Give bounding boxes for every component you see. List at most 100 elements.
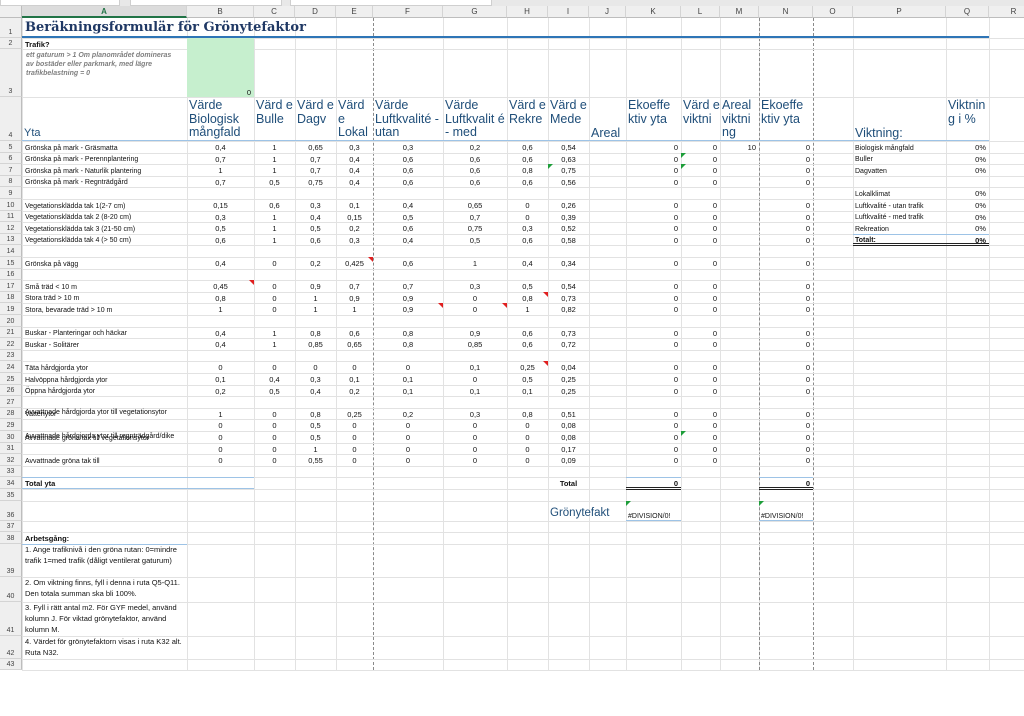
- row-7-l[interactable]: 0: [681, 164, 720, 176]
- row-7-b[interactable]: 1: [187, 164, 254, 176]
- row-5-i[interactable]: 0,54: [548, 141, 589, 153]
- row-32-c[interactable]: 0: [254, 454, 295, 466]
- row-30-h[interactable]: 0: [507, 431, 548, 443]
- row-17-f[interactable]: 0,7: [373, 280, 443, 292]
- row-19-n[interactable]: 0: [759, 303, 813, 315]
- row-7-g[interactable]: 0,6: [443, 164, 507, 176]
- row-header-24[interactable]: 24: [0, 361, 22, 373]
- header-j[interactable]: Areal: [589, 97, 626, 141]
- row-header-38[interactable]: 38: [0, 532, 22, 544]
- row-18-h[interactable]: 0,8: [507, 292, 548, 304]
- row-15-l[interactable]: 0: [681, 257, 720, 269]
- row-22-i[interactable]: 0,72: [548, 338, 589, 350]
- row-32-yta[interactable]: Avvattnade gröna tak till: [22, 454, 187, 466]
- column-header-g[interactable]: G: [443, 6, 507, 18]
- row-8-b[interactable]: 0,7: [187, 176, 254, 188]
- row-26-b[interactable]: 0,2: [187, 385, 254, 397]
- row-header-43[interactable]: 43: [0, 658, 22, 671]
- error-indicator-green-5[interactable]: [626, 500, 631, 506]
- row-5-c[interactable]: 1: [254, 141, 295, 153]
- row-19-l[interactable]: 0: [681, 303, 720, 315]
- row-13-yta[interactable]: Vegetationsklädda tak 4 (> 50 cm): [22, 234, 187, 246]
- row-30-b[interactable]: 0: [187, 431, 254, 443]
- comment-indicator-red-2[interactable]: [368, 257, 373, 262]
- row-12-b[interactable]: 0,5: [187, 222, 254, 234]
- row-21-f[interactable]: 0,8: [373, 327, 443, 339]
- row-13-l[interactable]: 0: [681, 234, 720, 246]
- row-header-31[interactable]: 31: [0, 442, 22, 455]
- row-30-e[interactable]: 0: [336, 431, 373, 443]
- row-header-22[interactable]: 22: [0, 338, 22, 350]
- row-31-i[interactable]: 0,17: [548, 443, 589, 455]
- row-13-n[interactable]: 0: [759, 234, 813, 246]
- row-30-f[interactable]: 0: [373, 431, 443, 443]
- row-12-d[interactable]: 0,5: [295, 222, 336, 234]
- row-28-d[interactable]: 0,8: [295, 408, 336, 420]
- row-10-k[interactable]: 0: [626, 199, 681, 211]
- row-30-d[interactable]: 0,5: [295, 431, 336, 443]
- row-28-l[interactable]: 0: [681, 408, 720, 420]
- row-32-n[interactable]: 0: [759, 454, 813, 466]
- row-24-f[interactable]: 0: [373, 361, 443, 373]
- error-indicator-green-1[interactable]: [548, 164, 553, 170]
- row-6-l[interactable]: 0: [681, 153, 720, 165]
- row-28-b[interactable]: 1: [187, 408, 254, 420]
- row-24-i[interactable]: 0,04: [548, 361, 589, 373]
- column-header-m[interactable]: M: [720, 6, 759, 18]
- row-21-d[interactable]: 0,8: [295, 327, 336, 339]
- row-32-b[interactable]: 0: [187, 454, 254, 466]
- weight-12-label[interactable]: Rekreation: [853, 222, 946, 234]
- row-5-h[interactable]: 0,6: [507, 141, 548, 153]
- row-header-26[interactable]: 26: [0, 384, 22, 397]
- row-22-h[interactable]: 0,6: [507, 338, 548, 350]
- header-p[interactable]: Viktning:: [853, 97, 946, 141]
- row-28-c[interactable]: 0: [254, 408, 295, 420]
- row-22-g[interactable]: 0,85: [443, 338, 507, 350]
- row-21-g[interactable]: 0,9: [443, 327, 507, 339]
- row-15-yta[interactable]: Grönska på vägg: [22, 257, 187, 269]
- row-8-l[interactable]: 0: [681, 176, 720, 188]
- row-8-k[interactable]: 0: [626, 176, 681, 188]
- row-12-i[interactable]: 0,52: [548, 222, 589, 234]
- row-13-g[interactable]: 0,5: [443, 234, 507, 246]
- column-header-k[interactable]: K: [626, 6, 681, 18]
- row-header-20[interactable]: 20: [0, 315, 22, 327]
- row-24-h[interactable]: 0,25: [507, 361, 548, 373]
- row-30-k[interactable]: 0: [626, 431, 681, 443]
- row-25-f[interactable]: 0,1: [373, 373, 443, 385]
- row-5-d[interactable]: 0,65: [295, 141, 336, 153]
- row-7-yta[interactable]: Grönska på mark - Naturlik plantering: [22, 164, 187, 176]
- row-5-e[interactable]: 0,3: [336, 141, 373, 153]
- row-31-n[interactable]: 0: [759, 443, 813, 455]
- column-header-e[interactable]: E: [336, 6, 373, 18]
- row-18-e[interactable]: 0,9: [336, 292, 373, 304]
- row-29-k[interactable]: 0: [626, 419, 681, 431]
- row-32-e[interactable]: 0: [336, 454, 373, 466]
- row-6-k[interactable]: 0: [626, 153, 681, 165]
- error-indicator-green-6[interactable]: [759, 500, 764, 506]
- row-17-yta[interactable]: Små träd < 10 m: [22, 280, 187, 292]
- row-11-c[interactable]: 1: [254, 211, 295, 223]
- row-header-23[interactable]: 23: [0, 349, 22, 362]
- row-header-33[interactable]: 33: [0, 465, 22, 478]
- row-31-d[interactable]: 1: [295, 443, 336, 455]
- row-17-k[interactable]: 0: [626, 280, 681, 292]
- error-indicator-green-2[interactable]: [681, 152, 686, 158]
- row-26-g[interactable]: 0,1: [443, 385, 507, 397]
- row-17-b[interactable]: 0,45: [187, 280, 254, 292]
- row-7-h[interactable]: 0,8: [507, 164, 548, 176]
- row-28-e[interactable]: 0,25: [336, 408, 373, 420]
- header-l[interactable]: Värd e viktni: [681, 97, 720, 141]
- column-header-c[interactable]: C: [254, 6, 295, 18]
- row-31-e[interactable]: 0: [336, 443, 373, 455]
- header-b[interactable]: Värde Biologisk mångfald: [187, 97, 254, 141]
- row-19-d[interactable]: 1: [295, 303, 336, 315]
- row-30-n[interactable]: 0: [759, 431, 813, 443]
- row-17-h[interactable]: 0,5: [507, 280, 548, 292]
- row-19-k[interactable]: 0: [626, 303, 681, 315]
- row-29-n[interactable]: 0: [759, 419, 813, 431]
- row-30-g[interactable]: 0: [443, 431, 507, 443]
- weight-5-label[interactable]: Biologisk mångfald: [853, 141, 946, 153]
- comment-indicator-red-5[interactable]: [543, 291, 548, 297]
- column-header-r[interactable]: R: [989, 6, 1024, 18]
